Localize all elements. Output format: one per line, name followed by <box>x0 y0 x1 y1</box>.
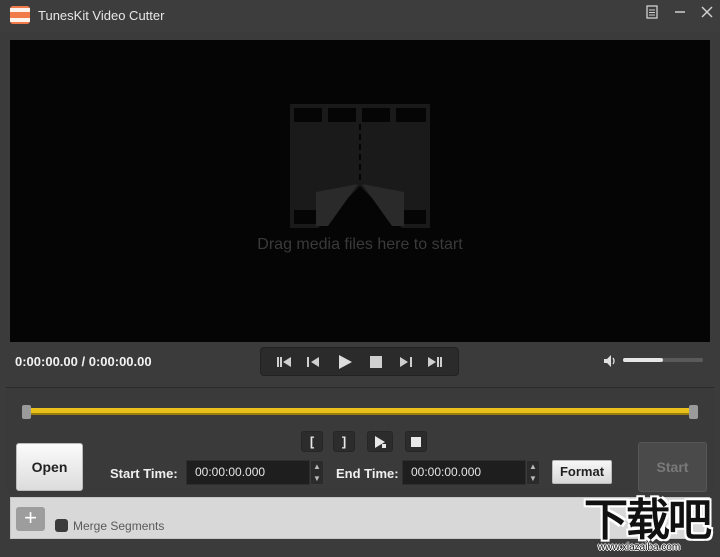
chevron-down-icon[interactable]: ▼ <box>311 473 323 485</box>
volume-level <box>623 358 663 362</box>
watermark-url: www.xiazaiba.com <box>598 542 681 553</box>
start-time-label: Start Time: <box>110 466 178 481</box>
step-back-icon[interactable] <box>304 354 322 370</box>
timeline-selection <box>28 408 692 415</box>
film-placeholder-icon <box>290 104 430 228</box>
close-icon[interactable] <box>698 5 716 23</box>
end-time-label: End Time: <box>336 466 399 481</box>
open-button[interactable]: Open <box>16 443 83 491</box>
merge-segments-label: Merge Segments <box>73 519 165 533</box>
title-bar: TunesKit Video Cutter <box>0 0 720 32</box>
add-segment-button[interactable]: + <box>16 507 45 531</box>
play-icon[interactable] <box>336 354 354 370</box>
chevron-up-icon[interactable]: ▲ <box>311 461 323 473</box>
format-button[interactable]: Format <box>552 460 612 484</box>
mark-end-button[interactable]: ] <box>333 431 355 452</box>
merge-segments-checkbox[interactable] <box>55 519 68 532</box>
start-button[interactable]: Start <box>638 442 707 492</box>
skip-to-end-icon[interactable] <box>426 354 444 370</box>
stop-segment-icon[interactable] <box>405 431 427 452</box>
timeline-slider[interactable] <box>22 405 698 419</box>
site-watermark: 下载吧 www.xiazaiba.com <box>584 498 720 557</box>
drop-hint: Drag media files here to start <box>257 236 463 253</box>
chevron-down-icon[interactable]: ▼ <box>527 473 539 485</box>
video-preview-area[interactable]: Drag media files here to start <box>10 40 710 342</box>
step-forward-icon[interactable] <box>397 354 415 370</box>
app-logo-icon <box>10 6 30 24</box>
start-time-stepper[interactable]: ▲ ▼ <box>310 460 324 485</box>
preview-segment-icon[interactable] <box>367 431 393 452</box>
volume-slider[interactable] <box>623 358 703 362</box>
end-time-input[interactable]: 00:00:00.000 <box>402 460 526 485</box>
minimize-icon[interactable] <box>671 5 689 23</box>
window-title: TunesKit Video Cutter <box>38 8 165 23</box>
end-time-stepper[interactable]: ▲ ▼ <box>526 460 540 485</box>
volume-icon[interactable] <box>603 354 619 368</box>
stop-icon[interactable] <box>367 354 385 370</box>
mark-start-button[interactable]: [ <box>301 431 323 452</box>
timeline-end-handle[interactable] <box>689 405 698 419</box>
start-time-input[interactable]: 00:00:00.000 <box>186 460 310 485</box>
menu-list-icon[interactable] <box>643 5 661 23</box>
timecode-display: 0:00:00.00 / 0:00:00.00 <box>15 354 152 369</box>
chevron-up-icon[interactable]: ▲ <box>527 461 539 473</box>
watermark-logo: 下载吧 <box>584 495 712 546</box>
skip-to-start-icon[interactable] <box>275 354 293 370</box>
transport-controls <box>260 347 459 376</box>
timeline-start-handle[interactable] <box>22 405 31 419</box>
